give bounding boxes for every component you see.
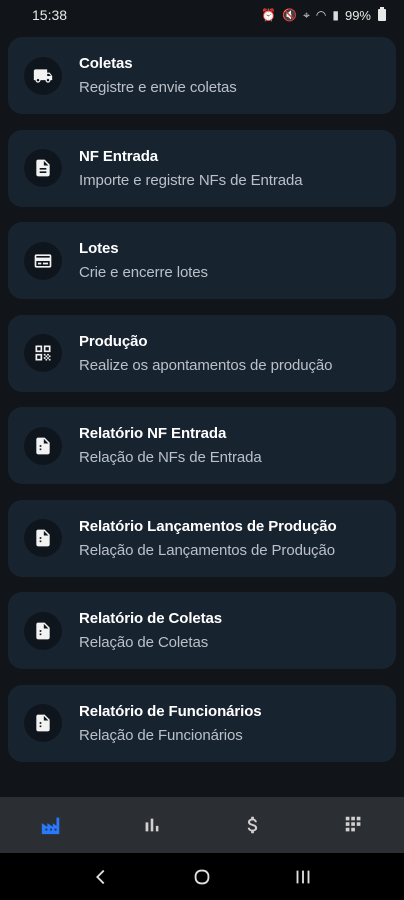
- system-nav-bar: [0, 853, 404, 900]
- card-icon: [24, 241, 62, 280]
- nav-tab-chart[interactable]: [122, 797, 182, 853]
- qr-code-icon: [24, 334, 62, 372]
- nav-tab-finance[interactable]: [223, 797, 283, 853]
- menu-item-relatorio-coletas[interactable]: Relatório de Coletas Relação de Coletas: [8, 592, 396, 669]
- menu-list: Coletas Registre e envie coletas NF Entr…: [0, 30, 404, 797]
- menu-item-coletas[interactable]: Coletas Registre e envie coletas: [8, 37, 396, 114]
- menu-item-subtitle: Relação de Lançamentos de Produção: [79, 541, 335, 559]
- location-icon: ⌖: [303, 7, 310, 22]
- status-bar: 15:38 ⏰ 🔇 ⌖ ◠ ▮ 99%: [0, 0, 404, 30]
- factory-icon: [41, 817, 60, 835]
- menu-item-subtitle: Relação de Coletas: [79, 634, 209, 651]
- report-icon: [24, 519, 62, 557]
- menu-item-title: NF Entrada: [79, 147, 159, 165]
- mute-icon: 🔇: [282, 8, 298, 22]
- battery-icon: [378, 7, 386, 21]
- signal-icon: ▮: [332, 8, 339, 22]
- menu-item-title: Relatório de Funcionários: [79, 702, 262, 720]
- report-icon: [24, 426, 62, 465]
- truck-icon: [24, 56, 62, 95]
- menu-item-relatorio-funcionarios[interactable]: Relatório de Funcionários Relação de Fun…: [8, 684, 396, 762]
- battery-level: 99%: [344, 7, 371, 23]
- nav-tab-pallet[interactable]: [324, 797, 384, 853]
- document-icon: [24, 149, 62, 187]
- menu-item-subtitle: Realize os apontamentos de produção: [79, 356, 333, 374]
- menu-item-relatorio-lancamentos[interactable]: Relatório Lançamentos de Produção Relaçã…: [8, 499, 396, 577]
- menu-item-title: Lotes: [79, 240, 119, 257]
- menu-item-subtitle: Registre e envie coletas: [79, 79, 237, 96]
- home-button[interactable]: [182, 857, 222, 897]
- menu-item-title: Coletas: [79, 55, 133, 72]
- home-circle-icon: [194, 869, 210, 884]
- menu-item-subtitle: Crie e encerre lotes: [79, 264, 208, 281]
- pallet-icon: [345, 816, 360, 832]
- menu-item-relatorio-nf-entrada[interactable]: Relatório NF Entrada Relação de NFs de E…: [8, 407, 396, 484]
- menu-item-title: Relatório de Coletas: [79, 610, 223, 627]
- menu-item-lotes[interactable]: Lotes Crie e encerre lotes: [8, 222, 396, 299]
- recents-button[interactable]: [283, 857, 323, 897]
- bar-chart-icon: [145, 818, 158, 832]
- menu-item-producao[interactable]: Produção Realize os apontamentos de prod…: [8, 314, 396, 392]
- back-chevron-icon: [95, 869, 105, 884]
- menu-item-subtitle: Relação de Funcionários: [79, 726, 243, 744]
- wifi-icon: ◠: [315, 8, 327, 22]
- nav-tab-factory[interactable]: [21, 797, 81, 853]
- menu-item-title: Relatório NF Entrada: [79, 425, 227, 442]
- menu-item-nf-entrada[interactable]: NF Entrada Importe e registre NFs de Ent…: [8, 129, 396, 207]
- menu-item-subtitle: Importe e registre NFs de Entrada: [79, 171, 303, 189]
- recents-icon: [296, 870, 310, 883]
- menu-item-title: Relatório Lançamentos de Produção: [79, 517, 337, 535]
- status-time: 15:38: [32, 7, 68, 23]
- alarm-icon: ⏰: [261, 8, 277, 22]
- report-icon: [24, 611, 62, 650]
- report-icon: [24, 704, 62, 742]
- menu-item-title: Produção: [79, 332, 148, 350]
- back-button[interactable]: [81, 857, 121, 897]
- bottom-nav: [0, 797, 404, 853]
- menu-item-subtitle: Relação de NFs de Entrada: [79, 449, 262, 466]
- dollar-icon: [247, 816, 257, 834]
- status-icons: ⏰ 🔇 ⌖ ◠ ▮ 99%: [261, 7, 386, 23]
